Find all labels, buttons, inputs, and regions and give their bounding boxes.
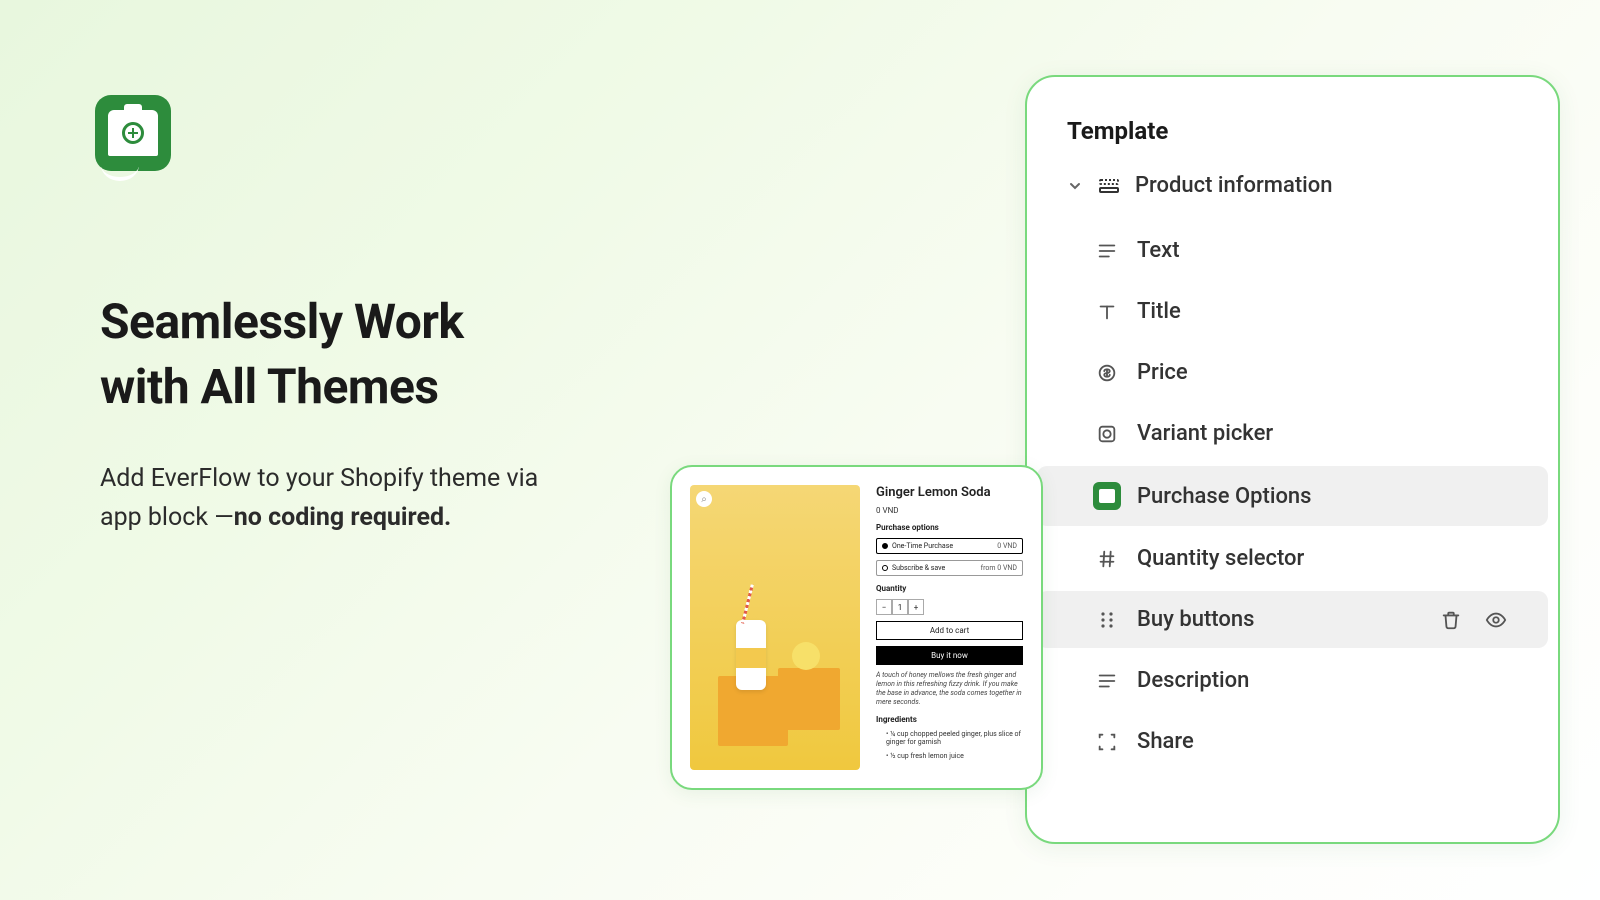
block-item-title[interactable]: Title — [1037, 283, 1548, 340]
ingredients-label: Ingredients — [876, 715, 1023, 724]
product-image: ⌕ — [690, 485, 860, 770]
product-price: 0 VND — [876, 506, 1023, 515]
page-subheadline: Add EverFlow to your Shopify theme via a… — [100, 460, 570, 538]
block-label: Variant picker — [1137, 421, 1273, 446]
block-label: Quantity selector — [1137, 546, 1304, 571]
quantity-label: Quantity — [876, 584, 1023, 593]
product-description: A touch of honey mellows the fresh ginge… — [876, 671, 1023, 707]
product-title: Ginger Lemon Soda — [876, 485, 1023, 500]
app-logo — [95, 95, 171, 171]
headline-line: with All Themes — [100, 355, 464, 420]
product-preview-card: ⌕ Ginger Lemon Soda 0 VND Purchase optio… — [670, 465, 1043, 790]
title-t-icon — [1093, 301, 1121, 323]
qty-minus[interactable]: − — [876, 599, 892, 615]
zoom-icon[interactable]: ⌕ — [696, 491, 712, 507]
drag-handle-icon[interactable] — [1093, 609, 1121, 631]
block-item-price[interactable]: Price — [1037, 344, 1548, 401]
purchase-option-onetime[interactable]: One-Time Purchase0 VND — [876, 538, 1023, 554]
block-item-purchase-options[interactable]: Purchase Options — [1037, 466, 1548, 526]
page-headline: Seamlessly Work with All Themes — [100, 290, 464, 420]
quantity-stepper[interactable]: −1+ — [876, 599, 1023, 615]
visibility-icon[interactable] — [1484, 609, 1508, 631]
template-panel: Template Product information Text Title … — [1025, 75, 1560, 844]
section-icon — [1097, 174, 1121, 198]
block-label: Description — [1137, 668, 1249, 693]
app-block-icon — [1093, 482, 1121, 510]
add-to-cart-button[interactable]: Add to cart — [876, 621, 1023, 640]
variant-icon — [1093, 423, 1121, 445]
block-item-buy-buttons[interactable]: Buy buttons — [1037, 591, 1548, 648]
delete-icon[interactable] — [1440, 609, 1462, 631]
chevron-down-icon — [1067, 178, 1083, 194]
qty-value: 1 — [892, 599, 908, 615]
block-item-share[interactable]: Share — [1037, 713, 1548, 770]
headline-line: Seamlessly Work — [100, 290, 464, 355]
tree-root-item[interactable]: Product information — [1027, 173, 1558, 220]
block-label: Buy buttons — [1137, 607, 1254, 632]
text-lines-icon — [1093, 670, 1121, 692]
qty-plus[interactable]: + — [908, 599, 924, 615]
block-label: Title — [1137, 299, 1181, 324]
ingredient-item: • ¼ cup chopped peeled ginger, plus slic… — [876, 730, 1023, 746]
block-item-text[interactable]: Text — [1037, 222, 1548, 279]
ingredient-item: • ½ cup fresh lemon juice — [876, 752, 1023, 760]
purchase-option-subscribe[interactable]: Subscribe & savefrom 0 VND — [876, 560, 1023, 576]
purchase-options-label: Purchase options — [876, 523, 1023, 532]
text-lines-icon — [1093, 240, 1121, 262]
block-label: Price — [1137, 360, 1188, 385]
template-panel-title: Template — [1027, 117, 1558, 173]
block-label: Share — [1137, 729, 1194, 754]
share-icon — [1093, 731, 1121, 753]
buy-now-button[interactable]: Buy it now — [876, 646, 1023, 665]
price-tag-icon — [1093, 362, 1121, 384]
block-item-variant-picker[interactable]: Variant picker — [1037, 405, 1548, 462]
block-label: Purchase Options — [1137, 484, 1312, 509]
tree-root-label: Product information — [1135, 173, 1333, 198]
block-label: Text — [1137, 238, 1180, 263]
block-item-quantity-selector[interactable]: Quantity selector — [1037, 530, 1548, 587]
hash-icon — [1093, 548, 1121, 570]
block-item-description[interactable]: Description — [1037, 652, 1548, 709]
